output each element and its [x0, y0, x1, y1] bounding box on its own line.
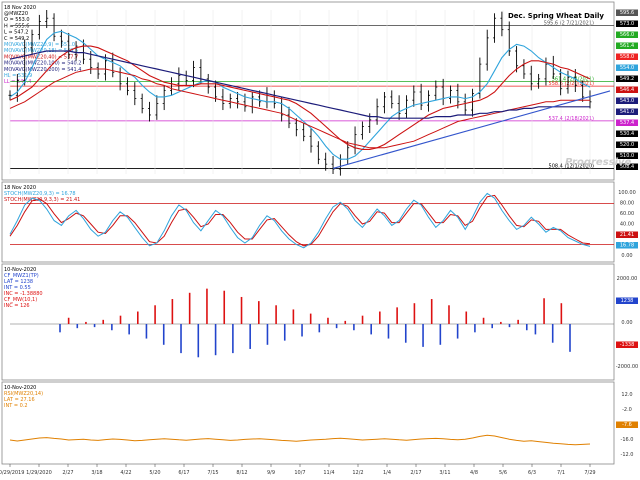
- price-tag: 520.0: [620, 142, 634, 148]
- price-tag: 573.0: [620, 21, 634, 27]
- stoch-tag: 60.00: [620, 211, 634, 217]
- x-tick-label: 11/4: [323, 470, 334, 476]
- x-tick-label: 3/11: [439, 470, 450, 476]
- cot-tag: 0.00: [621, 320, 632, 326]
- rsi-tag: -16.0: [621, 437, 634, 443]
- price-legend-item: H = 555.6: [4, 23, 29, 29]
- x-tick-label: 10/7: [294, 470, 305, 476]
- x-tick-label: 9/9: [267, 470, 275, 476]
- x-tick-label: 7/15: [207, 470, 218, 476]
- x-tick-label: 7/1: [557, 470, 565, 476]
- x-tick-label: 12/2: [352, 470, 363, 476]
- watermark: Progressive: [565, 157, 632, 168]
- x-tick-label: 4/22: [120, 470, 131, 476]
- x-tick-label: 4/8: [470, 470, 478, 476]
- x-tick-label: 5/6: [499, 470, 507, 476]
- price-tag: 549.2: [620, 76, 634, 82]
- price-right-labels: 595.6 573.0 566.0 561.4 558.0 554.0 549.2 546.4…: [616, 9, 638, 170]
- price-tag: 537.4: [620, 120, 634, 126]
- price-tag: 554.0: [620, 65, 634, 71]
- price-legend-item: MOVAVG(MWZ20,40) = 537.7: [4, 54, 78, 60]
- x-tick-label: 1/29/2020: [26, 470, 52, 476]
- x-tick-label: 6/3: [528, 470, 536, 476]
- rsi-tag: -7.6: [622, 422, 632, 428]
- price-grid: [9, 10, 591, 174]
- price-tag: 541.0: [620, 109, 634, 115]
- stoch-tag: 80.00: [620, 201, 634, 207]
- price-tag: 543.0: [620, 98, 634, 104]
- price-legend-item: MOVAVG(MWZ20,200) = 541.4: [4, 67, 81, 73]
- stoch-tag: 21.41: [620, 232, 634, 238]
- stoch-tag: 0.00: [621, 253, 632, 259]
- price-tag: 566.0: [620, 32, 634, 38]
- cot-legend-item: INC = 126: [4, 303, 30, 309]
- x-tick-label: 3/18: [91, 470, 102, 476]
- futures-chart: Dec. Spring Wheat Daily 18 Nov 2020 @MWZ…: [0, 0, 640, 480]
- price-tag: 546.4: [620, 87, 634, 93]
- stoch-legend-item: STOCH(MWZ20,9,3,3) = 21.41: [4, 197, 80, 203]
- price-legend-item: MOVAVG(MWZ20,100) = 540.2: [4, 61, 81, 67]
- price-legend-item: O = 553.0: [4, 17, 30, 23]
- x-tick-label: 8/12: [236, 470, 247, 476]
- horizontal-line-label: 595.6 (2 7/21/2021): [544, 20, 594, 26]
- stoch-tag: 100.00: [618, 190, 636, 196]
- price-legend-item: C = 549.2: [4, 36, 29, 42]
- price-tag: 530.4: [620, 131, 634, 137]
- horizontal-line-label: 537.4 (2/18/2021): [549, 116, 594, 122]
- x-tick-label: 1/4: [383, 470, 391, 476]
- price-tag: 558.0: [620, 54, 634, 60]
- stoch-tag: 40.00: [620, 222, 634, 228]
- rsi-tag: -2.0: [622, 407, 632, 413]
- rsi-legend-item: INT = 0.2: [4, 403, 28, 409]
- price-legend-item: L = 547.2: [4, 30, 28, 36]
- price-legend-item: @MWZ20: [4, 11, 28, 17]
- price-tag: 595.6: [620, 10, 634, 16]
- rsi-tag: 12.0: [621, 392, 632, 398]
- x-tick-label: 2/27: [62, 470, 73, 476]
- cot-tag: -2000.00: [616, 364, 638, 370]
- x-tick-label: 2/17: [410, 470, 421, 476]
- stoch-tag: 16.78: [620, 243, 634, 249]
- x-tick-label: 10/29/2019: [0, 470, 24, 476]
- x-tick-label: 6/17: [178, 470, 189, 476]
- x-tick-label: 7/29: [584, 470, 595, 476]
- price-tag: 561.4: [620, 43, 634, 49]
- cot-tag: 1238: [621, 298, 634, 304]
- rsi-tag: -12.0: [621, 452, 634, 458]
- cot-tag: -1338: [620, 342, 635, 348]
- x-tick-label: 5/20: [149, 470, 160, 476]
- cot-tag: 2000.00: [617, 276, 638, 282]
- price-legend-item: MOVAVG(MWZ20,9) = 551.0: [4, 42, 75, 48]
